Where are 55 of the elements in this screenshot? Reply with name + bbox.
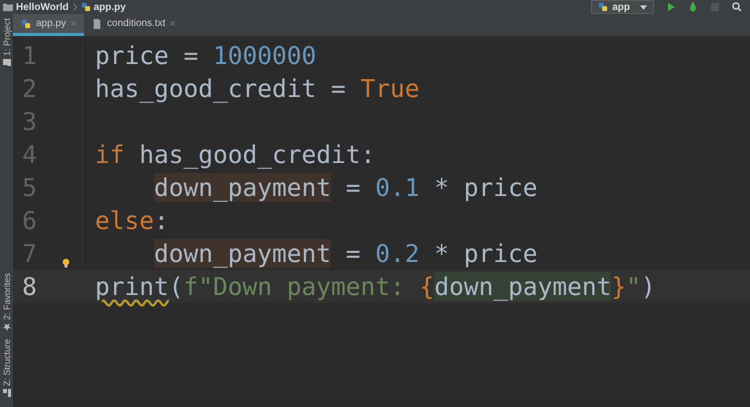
- code-text: * price: [433, 239, 538, 268]
- keyword: else: [95, 206, 154, 235]
- breadcrumb-item[interactable]: HelloWorld: [3, 2, 69, 12]
- keyword: True: [360, 74, 420, 103]
- brace: }: [611, 272, 626, 301]
- close-icon[interactable]: [170, 21, 176, 26]
- line-number: 5: [21, 173, 38, 202]
- python-file-icon: [21, 18, 31, 28]
- keyword: if: [95, 140, 126, 169]
- variable-name: down_payment: [434, 272, 612, 301]
- code-text: has_good_credit =: [95, 74, 347, 103]
- run-icon[interactable]: [666, 2, 676, 12]
- line-number: 4: [21, 140, 38, 169]
- brace: {: [420, 272, 434, 301]
- code-text: :: [154, 206, 169, 235]
- editor-tab[interactable]: app.py: [13, 14, 84, 36]
- code-text: has_good_credit:: [139, 140, 376, 169]
- code-text: ): [640, 272, 656, 301]
- search-icon[interactable]: [732, 2, 742, 12]
- line-number: 6: [21, 206, 38, 235]
- editor-tab[interactable]: conditions.txt: [84, 14, 184, 36]
- caret-icon: [640, 4, 647, 10]
- tool-window-button[interactable]: 2: Favorites: [2, 268, 12, 335]
- number-literal: 0.2: [375, 239, 420, 268]
- code-text: =: [344, 239, 362, 268]
- line-number: 7: [21, 239, 38, 268]
- folder-icon: [3, 2, 13, 12]
- tool-window-button[interactable]: Z: Structure: [2, 334, 12, 401]
- variable-name: down_payment: [154, 173, 332, 202]
- breadcrumb-item[interactable]: app.py: [80, 2, 126, 12]
- star-icon: [2, 322, 10, 331]
- string-literal: f"Down payment:: [184, 272, 406, 301]
- tool-window-button[interactable]: 1: Project: [2, 14, 12, 72]
- line-number: 3: [21, 107, 38, 136]
- python-file-icon: [80, 2, 91, 12]
- chevron-icon: [72, 3, 77, 11]
- string-literal: ": [626, 272, 641, 301]
- function-name: print: [95, 272, 169, 301]
- code-text: * price: [433, 173, 538, 202]
- variable-name: down_payment: [154, 239, 332, 268]
- bug-icon[interactable]: [688, 2, 698, 12]
- number-literal: 0.1: [375, 173, 420, 202]
- line-number: 8: [21, 272, 38, 301]
- code-text: =: [344, 173, 362, 202]
- python-icon: [598, 2, 608, 12]
- number-literal: 1000000: [213, 41, 316, 70]
- text-file-icon: [92, 18, 102, 28]
- run-configuration-dropdown[interactable]: app: [591, 0, 654, 14]
- line-number: 2: [21, 74, 38, 103]
- lightbulb-icon[interactable]: [62, 258, 70, 268]
- structure-icon: [2, 389, 10, 397]
- code-text: (: [168, 272, 184, 301]
- code-text: price =: [95, 41, 200, 70]
- folder-icon: [2, 59, 10, 68]
- line-number: 1: [21, 41, 38, 70]
